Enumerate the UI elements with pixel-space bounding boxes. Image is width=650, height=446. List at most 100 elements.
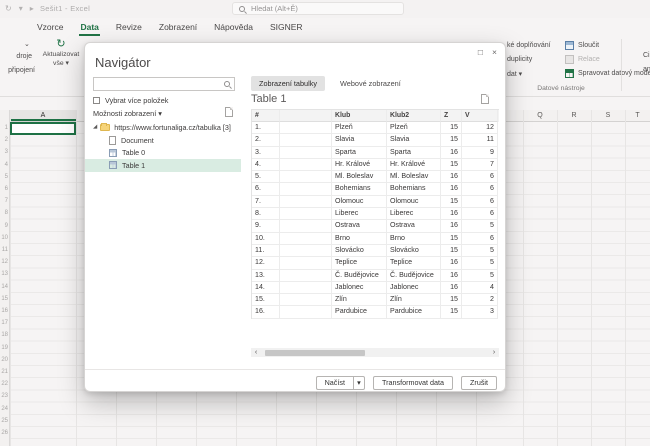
- row-header[interactable]: 26: [1, 430, 8, 436]
- row-header[interactable]: 22: [1, 381, 8, 387]
- remove-duplicates-fragment[interactable]: duplicity: [507, 56, 532, 63]
- table-row[interactable]: 15.ZlínZlín152: [252, 294, 499, 306]
- row-header[interactable]: 7: [5, 198, 8, 204]
- row-header[interactable]: 9: [5, 223, 8, 229]
- dialog-maximize-icon[interactable]: □: [478, 47, 483, 57]
- row-header[interactable]: 6: [5, 186, 8, 192]
- autosave-icon[interactable]: ↻: [5, 3, 12, 14]
- row-header[interactable]: 25: [1, 418, 8, 424]
- table-row[interactable]: 16.PardubicePardubice153: [252, 306, 499, 318]
- row-header[interactable]: 20: [1, 357, 8, 363]
- table-row[interactable]: 11.SlováckoSlovácko155: [252, 245, 499, 257]
- cell: 11: [462, 134, 498, 146]
- navigator-search-input[interactable]: [93, 77, 235, 91]
- load-dropdown-caret-icon[interactable]: ▾: [353, 376, 365, 390]
- copy-preview-icon[interactable]: [481, 94, 489, 104]
- table-row[interactable]: 3.SpartaSparta169: [252, 147, 499, 159]
- row-header[interactable]: 19: [1, 345, 8, 351]
- table-row[interactable]: 9.OstravaOstrava165: [252, 220, 499, 232]
- table-row[interactable]: 13.Č. BudějoviceČ. Budějovice165: [252, 270, 499, 282]
- tree-item-table1-selected[interactable]: Table 1: [85, 159, 241, 172]
- tab-zobrazeni[interactable]: Zobrazení: [158, 22, 198, 36]
- tab-data[interactable]: Data: [79, 22, 99, 36]
- tree-item-table0[interactable]: Table 0: [85, 147, 241, 160]
- flash-fill-fragment[interactable]: ké doplňování: [507, 42, 551, 49]
- row-header[interactable]: 18: [1, 332, 8, 338]
- column-header-t[interactable]: T: [625, 110, 650, 121]
- row-header-column[interactable]: 1234567891011121314151617181920212223242…: [0, 110, 10, 446]
- cell: Slavia: [332, 134, 387, 146]
- scroll-right-icon[interactable]: ›: [489, 348, 499, 357]
- table-row[interactable]: 7.OlomoucOlomouc156: [252, 196, 499, 208]
- load-button[interactable]: Načíst: [316, 376, 353, 390]
- refresh-preview-icon[interactable]: [225, 107, 233, 117]
- column-header-q[interactable]: Q: [523, 110, 557, 121]
- cell: Teplice: [387, 257, 441, 269]
- whatif-fragment-line1[interactable]: Ci: [643, 52, 650, 59]
- tab-vzorce[interactable]: Vzorce: [36, 22, 64, 36]
- row-header[interactable]: 1: [5, 125, 8, 131]
- table-row[interactable]: 6.BohemiansBohemians166: [252, 183, 499, 195]
- row-header[interactable]: 16: [1, 308, 8, 314]
- table-row[interactable]: 12.TepliceTeplice165: [252, 257, 499, 269]
- table-row[interactable]: 4.Hr. KrálovéHr. Králové157: [252, 159, 499, 171]
- row-header[interactable]: 8: [5, 210, 8, 216]
- row-header[interactable]: 23: [1, 393, 8, 399]
- recent-sources-fragment[interactable]: droje: [2, 53, 32, 60]
- tree-root-source[interactable]: ◢ https://www.fortunaliga.cz/tabulka [3]: [85, 121, 241, 134]
- search-box[interactable]: Hledat (Alt+Ě): [232, 2, 404, 15]
- select-multiple-row[interactable]: Vybrat více položek: [93, 96, 168, 105]
- row-header[interactable]: 10: [1, 235, 8, 241]
- row-header[interactable]: 3: [5, 149, 8, 155]
- row-header[interactable]: 4: [5, 162, 8, 168]
- row-header[interactable]: 2: [5, 137, 8, 143]
- column-header-a[interactable]: A: [10, 110, 76, 121]
- data-validation-fragment[interactable]: dat ▾: [507, 70, 522, 78]
- scrollbar-thumb[interactable]: [265, 350, 365, 356]
- dialog-close-icon[interactable]: ×: [492, 47, 497, 57]
- column-header-r[interactable]: R: [557, 110, 591, 121]
- display-options-dropdown[interactable]: Možnosti zobrazení ▾: [93, 109, 162, 118]
- save-icon[interactable]: ▾: [19, 3, 23, 14]
- table-row[interactable]: 5.Ml. BoleslavMl. Boleslav166: [252, 171, 499, 183]
- active-cell-a1[interactable]: [10, 122, 76, 135]
- tab-web-view[interactable]: Webové zobrazení: [332, 76, 409, 91]
- expand-triangle-icon[interactable]: ◢: [93, 124, 97, 130]
- cancel-button[interactable]: Zrušit: [461, 376, 497, 390]
- tab-napoveda[interactable]: Nápověda: [213, 22, 254, 36]
- row-header[interactable]: 5: [5, 174, 8, 180]
- row-header[interactable]: 11: [2, 247, 8, 253]
- row-header[interactable]: 14: [1, 284, 8, 290]
- tree-item-document[interactable]: Document: [85, 134, 241, 147]
- cell: 15: [441, 245, 462, 257]
- merge-button[interactable]: Sloučit: [578, 42, 599, 49]
- row-header[interactable]: 17: [1, 320, 8, 326]
- table-row[interactable]: 14.JablonecJablonec164: [252, 282, 499, 294]
- transform-data-button[interactable]: Transformovat data: [373, 376, 453, 390]
- row-header[interactable]: 15: [1, 296, 8, 302]
- table-row[interactable]: 8.LiberecLiberec166: [252, 208, 499, 220]
- row-header[interactable]: 24: [1, 406, 8, 412]
- table-row[interactable]: 2.SlaviaSlavia1511: [252, 134, 499, 146]
- undo-icon[interactable]: ▸: [30, 3, 34, 14]
- row-header[interactable]: 13: [1, 271, 8, 277]
- select-multiple-checkbox[interactable]: [93, 97, 100, 104]
- tab-revize[interactable]: Revize: [115, 22, 143, 36]
- column-header-s[interactable]: S: [591, 110, 625, 121]
- cell: 15: [441, 159, 462, 171]
- navigator-dialog: □ × Navigátor Vybrat více položek Možnos…: [84, 42, 506, 392]
- refresh-all-button[interactable]: ↻ Aktualizovat vše ▾: [40, 38, 82, 68]
- tab-table-view[interactable]: Zobrazení tabulky: [251, 76, 325, 91]
- row-header[interactable]: 12: [1, 259, 8, 265]
- cell: Č. Budějovice: [387, 270, 441, 282]
- manage-data-model-button[interactable]: Spravovat datový model: [578, 70, 650, 77]
- table-row[interactable]: 10.BrnoBrno156: [252, 233, 499, 245]
- scroll-left-icon[interactable]: ‹: [251, 348, 261, 357]
- whatif-fragment-line2[interactable]: an: [643, 66, 650, 73]
- horizontal-scrollbar[interactable]: ‹ ›: [251, 348, 499, 357]
- tab-signer[interactable]: SIGNER: [269, 22, 304, 36]
- table-row[interactable]: 1.PlzeňPlzeň1512: [252, 122, 499, 134]
- existing-connections-fragment[interactable]: připojení: [2, 67, 35, 74]
- row-header[interactable]: 21: [1, 369, 8, 375]
- cell: 10.: [252, 233, 280, 245]
